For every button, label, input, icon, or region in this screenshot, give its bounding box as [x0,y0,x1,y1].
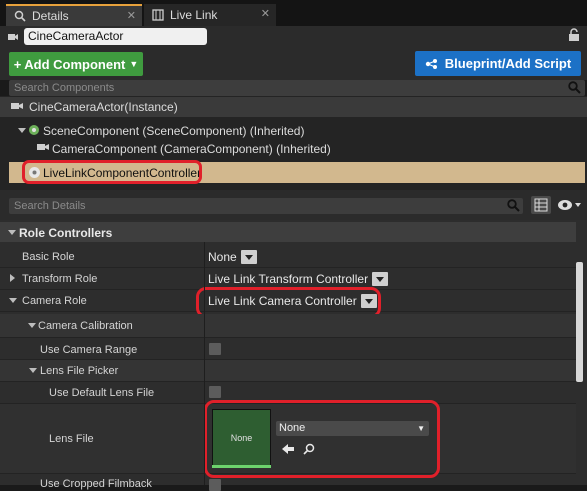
details-icon [14,10,26,22]
property-label: Use Cropped Filmback [40,478,152,490]
camera-component-icon [37,144,49,150]
tree-item-label[interactable]: CameraComponent (CameraComponent) (Inher… [52,142,331,156]
chevron-down-icon [372,271,389,286]
live-link-icon [152,9,164,21]
category-title: Role Controllers [19,226,113,240]
column-splitter[interactable] [204,242,205,485]
chevron-down-icon [240,249,257,264]
property-matrix-button[interactable] [531,196,551,214]
add-component-button[interactable]: + Add Component ▼ [9,52,143,76]
chevron-down-icon: ▼ [129,59,139,69]
expand-arrow-icon[interactable] [8,230,16,235]
property-label: Lens File Picker [40,365,119,377]
view-options-icon[interactable] [557,198,583,212]
expand-arrow-icon[interactable] [18,128,26,133]
property-label: Camera Role [22,295,87,307]
use-default-lens-file-checkbox[interactable] [209,386,221,398]
property-label: Use Camera Range [40,344,138,356]
expand-arrow-icon[interactable] [9,298,17,303]
tab-live-link[interactable]: Live Link ✕ [144,4,276,26]
search-icon [568,81,581,94]
property-label: Lens File [49,433,94,445]
grid-icon [534,198,548,212]
property-label: Basic Role [22,251,75,263]
blueprint-add-script-button[interactable]: Blueprint/Add Script [415,51,581,76]
camera-actor-icon [11,103,23,109]
property-label: Transform Role [22,273,98,285]
tab-label: Live Link [170,8,218,22]
transform-role-dropdown[interactable]: Live Link Transform Controller [208,270,389,287]
expand-arrow-icon[interactable] [28,323,36,328]
highlight-lens-file [204,400,440,478]
tree-item-label: CineCameraActor(Instance) [29,100,178,114]
search-components-input[interactable]: Search Components [9,80,585,96]
basic-role-dropdown[interactable]: None [208,248,257,265]
add-component-label: Add Component [24,56,126,72]
blueprint-label: Blueprint/Add Script [444,56,572,71]
tree-item-label[interactable]: SceneComponent (SceneComponent) (Inherit… [43,124,304,138]
search-icon [507,199,520,212]
plus-icon: + [13,56,22,72]
expand-arrow-icon[interactable] [10,274,15,282]
close-icon[interactable]: ✕ [127,9,136,22]
blueprint-icon [425,58,437,69]
property-row [0,246,576,268]
dropdown-value: Live Link Transform Controller [208,271,369,286]
use-cropped-filmback-checkbox[interactable] [209,479,221,491]
actor-icon [8,34,18,40]
tab-details[interactable]: Details ✕ [6,4,142,26]
property-label: Use Default Lens File [49,387,155,399]
search-details-input[interactable]: Search Details [9,198,523,214]
tab-label: Details [32,9,69,23]
dropdown-value: None [208,249,237,264]
use-camera-range-checkbox[interactable] [209,343,221,355]
details-scrollbar[interactable] [576,262,583,382]
scene-component-icon [29,125,39,135]
expand-arrow-icon[interactable] [29,368,37,373]
actor-name-field[interactable]: CineCameraActor [24,28,207,45]
highlight-controller [22,160,202,184]
lock-icon[interactable] [568,28,580,42]
property-label: Camera Calibration [38,320,133,332]
close-icon[interactable]: ✕ [261,7,270,20]
